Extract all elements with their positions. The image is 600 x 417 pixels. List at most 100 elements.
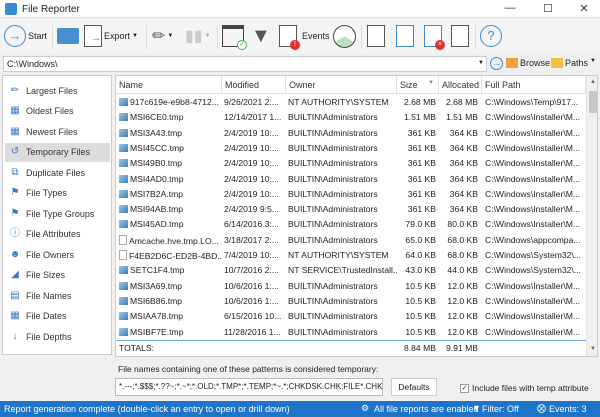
table-row[interactable]: F4EB2D6C-ED2B-4BD... 7/4/2019 10:... NT AU… — [116, 248, 586, 263]
table-row[interactable]: Amcache.hve.tmp.LO... 3/18/2017 2:... BUIL… — [116, 233, 586, 248]
column-header-owner[interactable]: Owner — [286, 76, 397, 94]
cell-text: 1.51 MB — [403, 112, 436, 123]
help-button[interactable]: ? — [480, 23, 502, 49]
defaults-button[interactable]: Defaults — [391, 378, 437, 396]
reports-status[interactable]: All file reports are enabled — [374, 404, 479, 414]
sidebar-item-file-dates[interactable]: ▦ File Dates — [9, 307, 109, 326]
cell-size: 10.5 KB — [397, 281, 436, 291]
cell-text: BUILTIN\Administrators — [288, 326, 378, 337]
sidebar-item-file-sizes[interactable]: ◢ File Sizes — [9, 266, 109, 285]
cell-text: BUILTIN\Administrators — [288, 311, 378, 322]
filter-status[interactable]: Filter: Off — [482, 404, 519, 414]
cell-text: 361 KB — [407, 158, 436, 169]
select-reports-button[interactable]: ✓ — [222, 23, 247, 50]
table-row[interactable]: MSI7B2A.tmp 2/4/2019 10:... BUILTIN\Admini… — [116, 187, 586, 202]
sidebar-item-label: Oldest Files — [26, 106, 74, 116]
cell-text: MSI94AB.tmp — [130, 204, 184, 215]
scroll-down-icon[interactable]: ▼ — [590, 346, 596, 352]
cell-text: MSIBF7E.tmp — [130, 326, 184, 337]
include-temp-attr-checkbox[interactable]: ✓ Include files with temp attribute — [460, 383, 589, 393]
minimize-button[interactable]: — — [498, 2, 522, 16]
cell-alloc: 364 KB — [439, 143, 478, 153]
path-dropdown-icon[interactable]: ▼ — [478, 60, 484, 66]
table-row[interactable]: MSI4AD0.tmp 2/4/2019 10:... BUILTIN\Admini… — [116, 172, 586, 187]
delete-button[interactable]: × — [424, 23, 445, 50]
move-button[interactable] — [396, 23, 414, 49]
cell-text: C:\Windows\Installer\M... — [485, 188, 581, 199]
cell-text: 9/26/2021 2:... — [224, 97, 279, 107]
cell-text: 79.0 KB — [405, 219, 436, 230]
table-row[interactable]: MSI3A69.tmp 10/6/2016 1:... BUILTIN\Admini… — [116, 279, 586, 294]
go-icon[interactable]: → — [490, 57, 503, 70]
patterns-input[interactable]: *.---;*.$$$;*.??~;*.~*;*.OLD;*.TMP*;*.TE… — [115, 378, 383, 396]
cell-text: BUILTIN\Administrators — [288, 234, 378, 245]
cell-text: C:\Windows\appcompa... — [485, 234, 581, 245]
cell-size: 2.68 MB — [397, 97, 436, 107]
events-status[interactable]: Events: 3 — [549, 404, 587, 414]
column-header-size[interactable]: Size ▼ — [397, 76, 439, 94]
sidebar-item-newest-files[interactable]: ▦ Newest Files — [9, 122, 109, 141]
arrow-right-circle-icon: → — [4, 25, 26, 47]
sidebar-item-largest-files[interactable]: ✏ Largest Files — [9, 81, 109, 100]
cell-owner: NT AUTHORITY\SYSTEM — [288, 97, 397, 107]
sidebar-item-duplicate-files[interactable]: ⧉ Duplicate Files — [9, 163, 109, 182]
cell-text: 2/4/2019 10:... — [224, 188, 279, 199]
table-row[interactable]: MSIAA78.tmp 6/15/2016 10... BUILTIN\Admini… — [116, 309, 586, 324]
maximize-button[interactable]: ☐ — [536, 2, 560, 16]
cell-owner: BUILTIN\Administrators — [288, 219, 397, 229]
size-units-button[interactable]: ✏ ▼ — [152, 23, 173, 49]
table-row[interactable]: SETC1F4.tmp 10/7/2016 2:... NT SERVICE\Tru… — [116, 263, 586, 278]
schedule-button[interactable] — [333, 23, 356, 49]
sidebar-item-file-types[interactable]: ⚑ File Types — [9, 184, 109, 203]
file-icon — [119, 250, 127, 260]
table-row[interactable]: MSI94AB.tmp 2/4/2019 9:5... BUILTIN\Admini… — [116, 202, 586, 217]
sidebar-item-file-type-groups[interactable]: ⚑ File Type Groups — [9, 204, 109, 223]
table-row[interactable]: MSI6B86.tmp 10/6/2016 1:... BUILTIN\Admini… — [116, 294, 586, 309]
sidebar-item-file-names[interactable]: ▤ File Names — [9, 286, 109, 305]
close-button[interactable]: ✕ — [572, 2, 596, 16]
cell-text: 44.0 KB — [447, 265, 478, 276]
temp-options-panel: File names containing one of these patte… — [115, 358, 600, 400]
sidebar-item-oldest-files[interactable]: ▦ Oldest Files — [9, 102, 109, 121]
table-row[interactable]: 917c619e-e9b8-4712... 9/26/2021 2:... NT A… — [116, 95, 586, 110]
cell-text: 361 KB — [407, 142, 436, 153]
zip-button[interactable] — [451, 23, 469, 49]
print-button[interactable] — [57, 23, 79, 49]
sidebar-item-file-owners[interactable]: ☻ File Owners — [9, 245, 109, 264]
installer-file-icon — [119, 128, 128, 137]
column-header-name[interactable]: Name — [116, 76, 222, 94]
column-header-allocated[interactable]: Allocated — [439, 76, 482, 94]
table-row[interactable]: MSI49B0.tmp 2/4/2019 10:... BUILTIN\Admini… — [116, 156, 586, 171]
filter-icon: ▼ — [251, 24, 271, 47]
column-header-full-path[interactable]: Full Path — [482, 76, 586, 94]
cell-text: MSIAA78.tmp — [130, 311, 184, 322]
export-button[interactable]: → Export ▼ — [84, 23, 138, 49]
start-button[interactable]: → Start — [4, 23, 47, 49]
browse-button[interactable]: Browse — [506, 58, 550, 68]
copy-button[interactable] — [367, 23, 385, 49]
cell-size: 10.5 KB — [397, 296, 436, 306]
table-row[interactable]: MSI3A43.tmp 2/4/2019 10:... BUILTIN\Admini… — [116, 126, 586, 141]
filter-button[interactable]: ▼ — [251, 23, 271, 49]
cell-text: C:\Windows\System32\... — [485, 265, 581, 276]
table-row[interactable]: MSI45CC.tmp 2/4/2019 10:... BUILTIN\Admini… — [116, 141, 586, 156]
sort-descending-icon: ▼ — [428, 80, 434, 86]
table-row[interactable]: MSI45AD.tmp 6/14/2016 3:... BUILTIN\Admini… — [116, 217, 586, 232]
chart-button[interactable]: ▮▮ ▼ — [185, 23, 211, 49]
table-row[interactable]: MSI6CE0.tmp 12/14/2017 1... BUILTIN\Admini… — [116, 110, 586, 125]
vertical-scrollbar[interactable]: ▲ ▼ — [586, 76, 597, 356]
sidebar-item-temporary-files[interactable]: ↺ Temporary Files — [5, 142, 110, 162]
cell-size: 65.0 KB — [397, 235, 436, 245]
cell-name: MSI7B2A.tmp — [119, 189, 222, 199]
sidebar-item-file-depths[interactable]: ↓ File Depths — [9, 327, 109, 346]
paths-button[interactable]: Paths ▼ — [551, 58, 596, 68]
table-row[interactable]: MSIBF7E.tmp 11/28/2016 1... BUILTIN\Admini… — [116, 325, 586, 340]
sidebar-item-label: Largest Files — [26, 85, 78, 96]
scrollbar-thumb[interactable] — [589, 91, 597, 113]
sidebar-item-file-attributes[interactable]: ⓘ File Attributes — [9, 225, 109, 244]
path-input[interactable]: C:\Windows\ — [3, 56, 487, 72]
events-button[interactable]: ! Events — [279, 23, 330, 50]
sidebar-item-label: File Names — [26, 290, 72, 301]
scroll-up-icon[interactable]: ▲ — [590, 79, 596, 85]
column-header-modified[interactable]: Modified — [222, 76, 286, 94]
